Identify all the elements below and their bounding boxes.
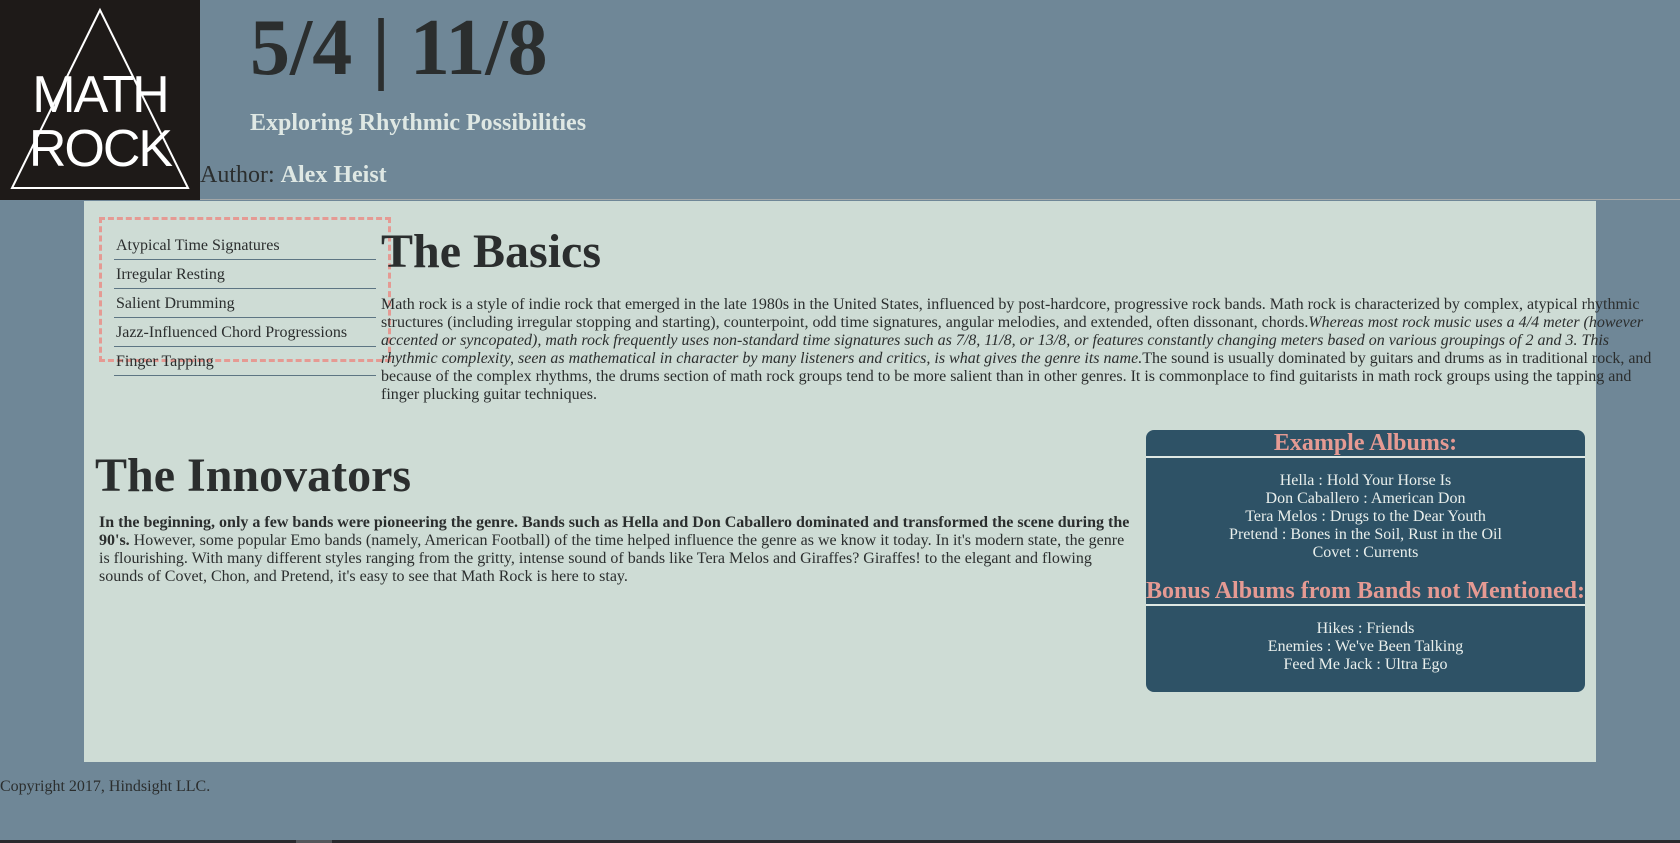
innovators-text-rest: However, some popular Emo bands (namely,… (99, 532, 1125, 585)
author-name: Alex Heist (280, 162, 387, 188)
album-item: Hella : Hold Your Horse Is (1279, 472, 1452, 489)
svg-text:MATH: MATH (32, 66, 167, 124)
page-subtitle: Exploring Rhythmic Possibilities (250, 110, 587, 136)
page-title: 5/4 | 11/8 (250, 4, 548, 92)
nav-item-finger-tapping[interactable]: Finger Tapping (114, 347, 376, 376)
footer-copyright: Copyright 2017, Hindsight LLC. (0, 778, 211, 795)
innovators-paragraph: In the beginning, only a few bands were … (99, 514, 1132, 586)
math-rock-logo: MATH ROCK (0, 0, 200, 200)
album-item: Covet : Currents (1312, 544, 1419, 561)
basics-heading: The Basics (381, 225, 602, 278)
nav-item-jazz-chord-progressions[interactable]: Jazz-Influenced Chord Progressions (114, 318, 376, 347)
topic-nav: Atypical Time Signatures Irregular Resti… (99, 217, 391, 376)
nav-item-atypical-time-signatures[interactable]: Atypical Time Signatures (114, 231, 376, 260)
logo-triangle-icon: MATH ROCK (10, 7, 190, 189)
album-item: Hikes : Friends (1316, 620, 1415, 637)
main-content: Atypical Time Signatures Irregular Resti… (84, 201, 1651, 762)
bonus-albums-heading: Bonus Albums from Bands not Mentioned: (1146, 578, 1585, 604)
album-item: Feed Me Jack : Ultra Ego (1283, 656, 1448, 673)
album-item: Tera Melos : Drugs to the Dear Youth (1245, 508, 1486, 525)
svg-text:ROCK: ROCK (29, 120, 174, 178)
author-label: Author: (200, 162, 275, 188)
example-albums-heading: Example Albums: (1273, 430, 1458, 456)
innovators-heading: The Innovators (95, 449, 412, 502)
album-item: Enemies : We've Been Talking (1267, 638, 1464, 655)
author-line: Author: Alex Heist (200, 160, 387, 190)
basics-paragraph: Math rock is a style of indie rock that … (381, 296, 1667, 404)
album-item: Pretend : Bones in the Soil, Rust in the… (1229, 526, 1502, 543)
bonus-albums-list: Hikes : Friends Enemies : We've Been Tal… (1146, 606, 1585, 674)
albums-panel: Example Albums: Hella : Hold Your Horse … (1146, 430, 1585, 692)
header-divider (200, 199, 1680, 200)
nav-item-irregular-resting[interactable]: Irregular Resting (114, 260, 376, 289)
example-albums-list: Hella : Hold Your Horse Is Don Caballero… (1146, 458, 1585, 562)
album-item: Don Caballero : American Don (1265, 490, 1466, 507)
nav-item-salient-drumming[interactable]: Salient Drumming (114, 289, 376, 318)
